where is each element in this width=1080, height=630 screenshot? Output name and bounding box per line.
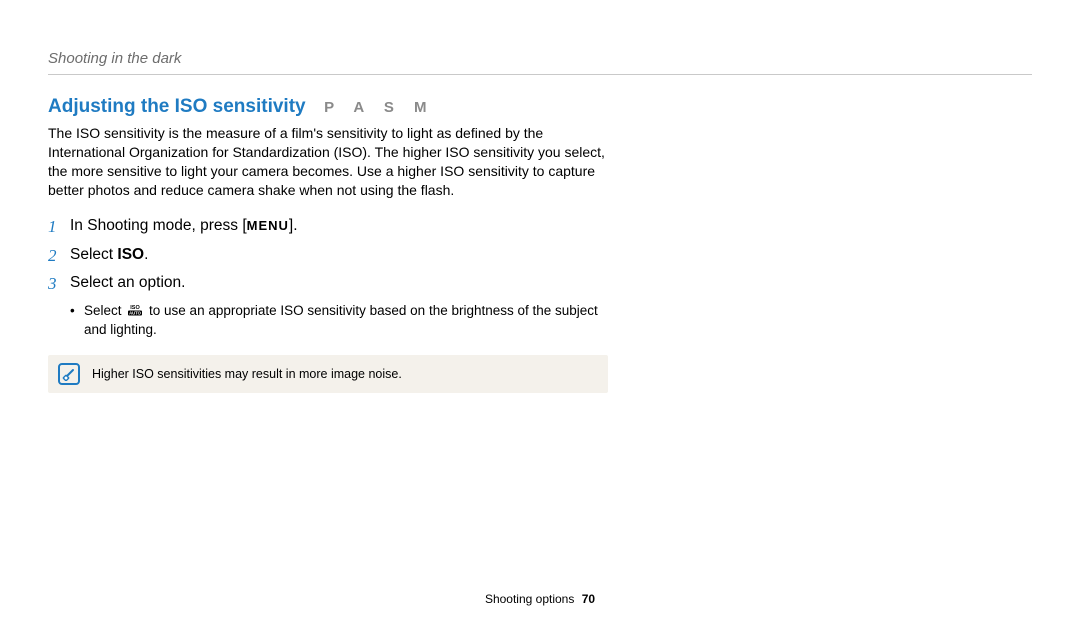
step-3: 3 Select an option. <box>48 273 608 296</box>
step-number: 2 <box>48 245 70 268</box>
iso-auto-icon: ISOAUTO <box>125 303 145 321</box>
header-divider <box>48 74 1032 75</box>
step-text: Select ISO. <box>70 245 148 266</box>
step-number: 3 <box>48 273 70 296</box>
page-footer: Shooting options 70 <box>0 592 1080 606</box>
step-prefix: Select <box>70 246 117 263</box>
steps-list: 1 In Shooting mode, press [MENU]. 2 Sele… <box>48 216 608 340</box>
main-content: Adjusting the ISO sensitivity P A S M Th… <box>48 96 608 393</box>
note-icon <box>58 363 80 385</box>
page: Shooting in the dark Adjusting the ISO s… <box>0 0 1080 630</box>
step-text: In Shooting mode, press [MENU]. <box>70 216 298 237</box>
step-text: Select an option. <box>70 273 185 294</box>
sub-bullets: • Select ISOAUTO to use an appropriate I… <box>48 302 608 339</box>
step-1: 1 In Shooting mode, press [MENU]. <box>48 216 608 239</box>
step-2: 2 Select ISO. <box>48 245 608 268</box>
page-header: Shooting in the dark <box>48 50 181 67</box>
section-heading-row: Adjusting the ISO sensitivity P A S M <box>48 96 608 118</box>
bullet-marker: • <box>70 302 84 339</box>
svg-text:AUTO: AUTO <box>129 310 142 315</box>
footer-section: Shooting options <box>485 592 574 606</box>
note-box: Higher ISO sensitivities may result in m… <box>48 355 608 393</box>
note-text: Higher ISO sensitivities may result in m… <box>92 367 402 381</box>
section-intro: The ISO sensitivity is the measure of a … <box>48 124 608 200</box>
step-prefix: In Shooting mode, press [ <box>70 217 247 234</box>
step-number: 1 <box>48 216 70 239</box>
step-suffix: . <box>144 246 148 263</box>
bullet-item: • Select ISOAUTO to use an appropriate I… <box>70 302 608 339</box>
bullet-prefix: Select <box>84 303 125 318</box>
bullet-suffix: to use an appropriate ISO sensitivity ba… <box>84 303 598 337</box>
mode-tags: P A S M <box>324 99 434 116</box>
bullet-text: Select ISOAUTO to use an appropriate ISO… <box>84 302 608 339</box>
footer-page-number: 70 <box>582 592 595 606</box>
step-bold: ISO <box>117 246 144 263</box>
step-suffix: ]. <box>289 217 298 234</box>
menu-button-label: MENU <box>247 217 289 235</box>
section-title: Adjusting the ISO sensitivity <box>48 96 306 117</box>
